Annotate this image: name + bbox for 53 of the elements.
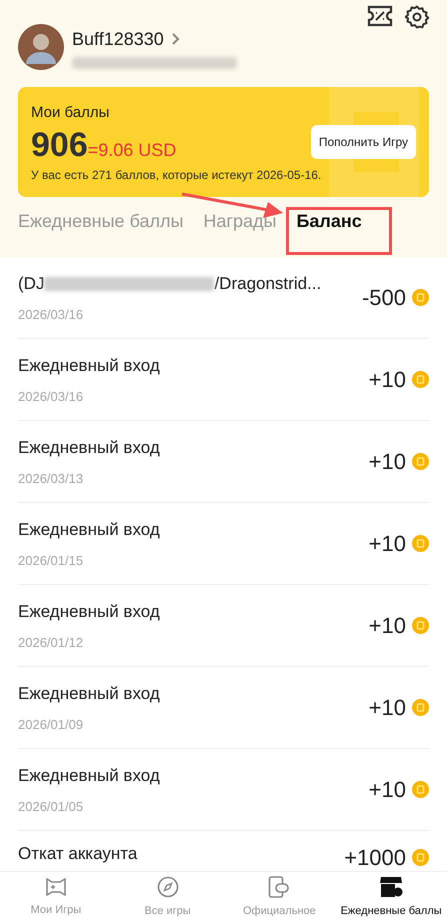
nav-tab[interactable]: Официальное [224,872,336,924]
points-value: 906 [31,124,88,164]
amount: +10 [368,366,406,394]
amount: +10 [368,612,406,640]
coin-icon [412,617,429,634]
transaction-date: 2026/03/13 [18,470,84,488]
gamepad-icon[interactable] [44,877,67,898]
transaction-date: 2026/01/09 [18,716,84,734]
amount: +10 [368,530,406,558]
coupon-icon[interactable] [367,5,393,27]
transaction-title: /Dragonstrid... [214,273,322,295]
transaction-date: 2026/01/15 [18,552,84,570]
avatar[interactable] [18,24,64,70]
coin-icon [412,535,429,552]
transaction-title: Ежедневный вход [18,355,160,377]
chevron-right-icon[interactable] [172,33,180,45]
transaction-date: 2026/03/16 [18,388,84,406]
coin-icon [412,781,429,798]
transaction-title: Ежедневный вход [18,437,160,459]
card-title: Мои баллы [31,103,110,123]
settings-icon[interactable] [405,5,429,29]
coin-icon [412,289,429,306]
compass-icon[interactable] [156,876,179,898]
transaction-title: Откат аккаунта [18,843,138,865]
amount: +10 [368,776,406,804]
tab[interactable]: Ежедневные баллы [18,208,184,249]
transaction-title: Ежедневный вход [18,601,160,623]
store-icon[interactable] [379,876,404,898]
expiry-note: У вас есть 271 баллов, которые истекут 2026-05-16. [31,166,322,184]
amount: -500 [362,284,406,312]
transaction-title: (DJ [18,273,44,295]
top-up-button[interactable]: Пополнить Игру [310,125,416,159]
amount: +1000 [344,844,406,872]
tab[interactable]: Награды [203,208,276,249]
nav-tab[interactable]: Все игры [112,872,224,924]
nav-tab[interactable]: Мои Игры [0,872,112,924]
phone-gamepad-icon[interactable] [268,876,290,898]
transaction-date: 2026/03/16 [18,306,84,324]
transaction-title: Ежедневный вход [18,683,160,705]
coin-icon [412,371,429,388]
transaction-title: Ежедневный вход [18,519,160,541]
amount: +10 [368,694,406,722]
username: Buff128330 [72,28,164,50]
usd-conversion: =9.06 USD [88,138,176,162]
coin-icon [412,453,429,470]
transaction-date: 2026/01/12 [18,634,84,652]
nav-tab[interactable]: Ежедневные баллы [335,872,447,924]
coin-icon [412,699,429,716]
coin-icon [412,849,429,866]
amount: +10 [368,448,406,476]
transaction-title: Ежедневный вход [18,765,160,787]
tab[interactable]: Баланс [296,208,362,249]
transaction-date: 2026/01/05 [18,798,84,816]
